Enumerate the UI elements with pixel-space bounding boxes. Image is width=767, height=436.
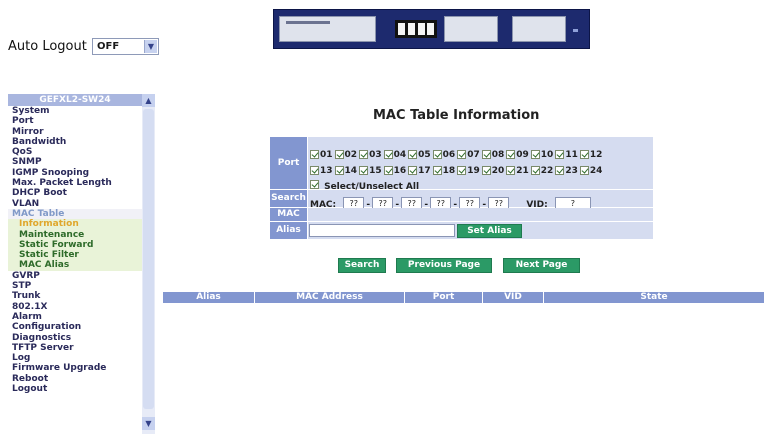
port-row-label: Port <box>270 137 307 189</box>
device-led <box>573 29 578 32</box>
sidebar-item-system[interactable]: System <box>8 106 142 116</box>
port-checkbox[interactable] <box>457 166 467 175</box>
sidebar: GEFXL2-SW24 System Port Mirror Bandwidth QoS… <box>8 94 156 434</box>
sidebar-item-information[interactable]: Information <box>8 219 142 230</box>
port-option[interactable]: 24 <box>579 166 603 176</box>
sidebar-item-gvrp[interactable]: GVRP <box>8 271 142 281</box>
mac-octet-input[interactable]: ?? <box>343 196 365 209</box>
alias-input[interactable] <box>309 224 455 237</box>
port-checkbox[interactable] <box>579 166 589 175</box>
port-option[interactable]: 18 <box>432 166 456 176</box>
sidebar-item-max-packet-length[interactable]: Max. Packet Length <box>8 178 142 188</box>
column-state: State <box>640 292 668 302</box>
chevron-down-icon[interactable]: ▼ <box>144 40 157 53</box>
sidebar-item-snmp[interactable]: SNMP <box>8 157 142 167</box>
port-option[interactable]: 20 <box>481 166 505 176</box>
port-number-label: 21 <box>516 166 529 176</box>
sidebar-item-diagnostics[interactable]: Diagnostics <box>8 333 142 343</box>
port-checkbox[interactable] <box>432 166 442 175</box>
sidebar-item-igmp-snooping[interactable]: IGMP Snooping <box>8 168 142 178</box>
search-button[interactable]: Search <box>338 258 386 273</box>
port-option[interactable]: 21 <box>506 166 529 176</box>
port-selection-area: 01 02 03 04 05 06 07 08 09 10 11 12 13 14 15 16 17 18 19 2… <box>308 137 653 192</box>
select-all-checkbox[interactable] <box>310 180 319 189</box>
port-number-label: 19 <box>467 166 480 176</box>
sidebar-item-maintenance[interactable]: Maintenance <box>8 229 142 240</box>
mac-row-label: MAC <box>270 208 307 221</box>
next-page-button[interactable]: Next Page <box>503 258 580 273</box>
port-number-label: 22 <box>540 166 554 176</box>
alias-row-label: Alias <box>270 222 307 239</box>
sidebar-item-static-filter[interactable]: Static Filter <box>8 250 142 261</box>
column-mac-address: MAC Address <box>255 292 405 303</box>
device-panel-left <box>279 16 376 42</box>
sidebar-item-logout[interactable]: Logout <box>8 384 142 394</box>
port-option[interactable]: 22 <box>530 166 554 176</box>
sidebar-item-stp[interactable]: STP <box>8 281 142 291</box>
auto-logout-label: Auto Logout <box>8 39 87 54</box>
sidebar-scrollbar[interactable]: ▲ ▼ <box>142 94 155 434</box>
sidebar-item-qos[interactable]: QoS <box>8 147 142 157</box>
mac-octet-input[interactable]: ?? <box>488 196 510 209</box>
sidebar-item-static-forward[interactable]: Static Forward <box>8 239 142 251</box>
column-vid: VID <box>483 292 544 303</box>
sidebar-item-log[interactable]: Log <box>8 353 142 363</box>
mac-octet-input[interactable]: ?? <box>401 196 423 209</box>
auto-logout-select[interactable]: OFF ▼ <box>92 38 159 55</box>
sidebar-item-vlan[interactable]: VLAN <box>8 199 142 209</box>
port-checkbox[interactable] <box>555 166 565 175</box>
search-row: MAC: ?? -?? -?? -?? -?? -?? VID: ? <box>308 190 653 210</box>
sidebar-title: GEFXL2-SW24 <box>8 94 142 106</box>
sidebar-item-firmware-upgrade[interactable]: Firmware Upgrade <box>8 363 142 373</box>
sidebar-item-mac-table[interactable]: MAC Table <box>8 208 142 220</box>
port-checkbox[interactable] <box>506 166 516 175</box>
device-banner-image <box>273 9 590 49</box>
column-port: Port <box>405 292 483 303</box>
auto-logout-value: OFF <box>97 41 120 52</box>
device-port-block <box>395 20 437 38</box>
port-number-label: 20 <box>491 166 505 176</box>
sidebar-item-bandwidth[interactable]: Bandwidth <box>8 137 142 147</box>
sidebar-item-tftp-server[interactable]: TFTP Server <box>8 343 142 353</box>
previous-page-button[interactable]: Previous Page <box>396 258 492 273</box>
sidebar-item-trunk[interactable]: Trunk <box>8 291 142 301</box>
mac-octet-input[interactable]: ?? <box>372 196 394 209</box>
port-option[interactable]: 23 <box>555 166 578 176</box>
port-option[interactable]: 19 <box>457 166 480 176</box>
sidebar-item-reboot[interactable]: Reboot <box>8 374 142 384</box>
vid-input[interactable]: ? <box>554 196 591 209</box>
mac-row <box>308 208 653 221</box>
search-row-label: Search <box>270 190 307 207</box>
mac-octet-input[interactable]: ?? <box>459 196 481 209</box>
port-checkbox[interactable] <box>530 166 540 175</box>
sidebar-item-port[interactable]: Port <box>8 116 142 126</box>
scroll-up-icon[interactable]: ▲ <box>142 94 155 107</box>
device-panel-right <box>512 16 566 42</box>
set-alias-button[interactable]: Set Alias <box>457 224 522 238</box>
sidebar-item-mirror[interactable]: Mirror <box>8 127 142 137</box>
scroll-thumb[interactable] <box>143 109 154 409</box>
sidebar-item-802-1x[interactable]: 802.1X <box>8 302 142 312</box>
sidebar-item-dhcp-boot[interactable]: DHCP Boot <box>8 188 142 198</box>
results-table-header: Alias MAC Address Port VID State <box>163 292 764 303</box>
mac-octet-input[interactable]: ?? <box>430 196 452 209</box>
port-number-label: 18 <box>442 166 456 176</box>
port-number-label: 23 <box>565 166 578 176</box>
port-checkbox[interactable] <box>481 166 491 175</box>
page-title: MAC Table Information <box>373 108 540 123</box>
device-panel-mid <box>444 16 498 42</box>
sidebar-item-alarm[interactable]: Alarm <box>8 312 142 322</box>
sidebar-item-configuration[interactable]: Configuration <box>8 322 142 332</box>
scroll-down-icon[interactable]: ▼ <box>142 417 155 430</box>
sidebar-item-mac-alias[interactable]: MAC Alias <box>8 260 142 271</box>
column-alias: Alias <box>163 292 255 303</box>
port-number-label: 24 <box>589 166 603 176</box>
sidebar-menu: System Port Mirror Bandwidth QoS SNMP IGMP Sno… <box>8 106 142 394</box>
